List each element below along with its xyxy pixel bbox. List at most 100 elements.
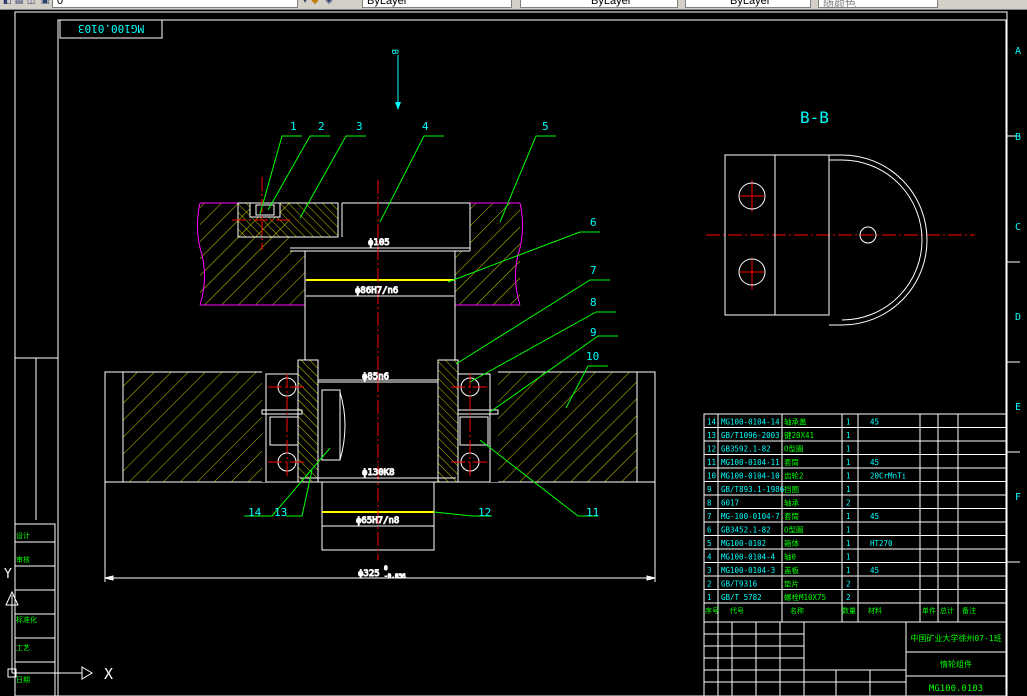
drawing-border: [14, 11, 1020, 696]
parts-cell-no: 7: [707, 512, 712, 521]
parts-cell-no: 10: [707, 472, 717, 481]
parts-cell-qty: 1: [846, 431, 851, 440]
callout-6: 6: [590, 216, 597, 229]
parts-cell-name: 键20X41: [784, 430, 814, 440]
parts-cell-code: MG100-0104-11: [721, 458, 780, 467]
dim-d65: ϕ65H7/n8: [356, 516, 399, 526]
callout-8: 8: [590, 296, 597, 309]
parts-cell-code: MG-100-0104-7: [721, 512, 780, 521]
drawing-number-top: MG100.0103: [78, 22, 144, 35]
parts-cell-name: O型圈: [784, 526, 804, 535]
parts-cell-name: 套筒: [784, 457, 799, 467]
parts-cell-code: GB3592.1-82: [721, 445, 771, 454]
parts-cell-code: MG100-0104-14: [721, 418, 780, 427]
parts-cell-no: 8: [707, 499, 712, 508]
parts-cell-name: 轴承: [784, 498, 799, 508]
callout-11: 11: [586, 506, 599, 519]
parts-cell-qty: 2: [846, 593, 851, 602]
callout-5: 5: [542, 120, 549, 133]
parts-cell-qty: 1: [846, 566, 851, 575]
strip-review: 审核: [16, 555, 30, 564]
parts-cell-qty: 1: [846, 458, 851, 467]
parts-cell-qty: 1: [846, 539, 851, 548]
company-name: 中国矿业大学徐州07-1班: [910, 633, 1001, 643]
assembly-name: 惰轮组件: [940, 659, 972, 669]
parts-cell-code: GB/T893.1-1986: [721, 485, 785, 494]
section-label: B-B: [800, 108, 829, 127]
parts-cell-no: 1: [707, 593, 712, 602]
parts-cell-material: 20CrMnTi: [870, 472, 906, 481]
parts-cell-name: 箱体: [784, 538, 799, 548]
zone-d: D: [1015, 312, 1021, 323]
callout-2: 2: [318, 120, 325, 133]
drawing-canvas[interactable]: A B C D E F MG100.0103 设计 审核 标准化 工艺 日期 B: [0, 0, 1027, 696]
parts-cell-material: HT270: [870, 539, 893, 548]
dim-d325-tol-low: -0.036: [384, 573, 406, 580]
callout-7: 7: [590, 264, 597, 277]
strip-date: 日期: [16, 676, 30, 684]
parts-header-cell: 名称: [790, 606, 804, 615]
parts-cell-code: MG100-0102: [721, 539, 766, 548]
parts-cell-no: 5: [707, 539, 712, 548]
parts-cell-no: 9: [707, 485, 712, 494]
dim-d130: ϕ130K8: [362, 468, 395, 478]
parts-cell-no: 3: [707, 566, 712, 575]
callout-13: 13: [274, 506, 287, 519]
parts-cell-no: 2: [707, 580, 712, 589]
title-block: 中国矿业大学徐州07-1班 惰轮组件 MG100.0103: [703, 621, 1007, 696]
parts-cell-no: 11: [707, 458, 716, 467]
parts-cell-qty: 2: [846, 499, 851, 508]
parts-header-cell: 备注: [962, 606, 976, 615]
parts-cell-material: 45: [870, 566, 879, 575]
parts-cell-material: 45: [870, 418, 879, 427]
section-mark-label: B: [389, 49, 399, 54]
parts-table: 14 MG100-0104-14 轴承盖 1 4513 GB/T1096-2003 键20X…: [703, 413, 1007, 623]
callout-3: 3: [356, 120, 363, 133]
parts-header-cell: 材料: [868, 606, 882, 615]
zone-e: E: [1015, 402, 1021, 413]
dim-d105: ϕ105: [368, 238, 390, 248]
housing-part: [196, 202, 524, 360]
ucs-x-label: X: [104, 665, 113, 683]
parts-cell-code: GB3452.1-82: [721, 526, 771, 535]
parts-header-cell: 总计: [940, 606, 954, 615]
parts-cell-name: 齿轮2: [784, 471, 804, 481]
zone-b: B: [1015, 132, 1021, 143]
parts-cell-code: MG100-0104-3: [721, 566, 775, 575]
callout-1: 1: [290, 120, 297, 133]
parts-cell-code: MG100-0104-10: [721, 472, 780, 481]
parts-header-cell: 代号: [730, 606, 744, 615]
parts-cell-material: 45: [870, 458, 879, 467]
dim-d325-tol-up: 0: [384, 565, 388, 572]
callout-14: 14: [248, 506, 262, 519]
parts-cell-name: 盖板: [784, 565, 799, 575]
strip-standard: 标准化: [16, 615, 37, 624]
parts-cell-code: MG100-0104-4: [721, 553, 776, 562]
parts-cell-qty: 1: [846, 512, 851, 521]
dim-d85: ϕ85n6: [362, 372, 389, 382]
parts-cell-qty: 1: [846, 472, 851, 481]
parts-header-cell: 序号: [705, 606, 719, 615]
parts-cell-code: GB/T 5782: [721, 593, 762, 602]
section-view-bb: B-B: [724, 108, 928, 326]
parts-cell-qty: 1: [846, 485, 851, 494]
callout-9: 9: [590, 326, 597, 339]
parts-cell-name: O型圈: [784, 445, 804, 454]
parts-cell-qty: 1: [846, 418, 851, 427]
parts-cell-no: 12: [707, 445, 716, 454]
left-strip: 设计 审核 标准化 工艺 日期: [14, 523, 56, 696]
parts-header-cell: 数量: [842, 606, 856, 615]
parts-cell-name: 轴0: [784, 552, 796, 562]
ucs-y-label: Y: [4, 567, 12, 582]
parts-cell-no: 14: [707, 418, 717, 427]
callout-10: 10: [586, 350, 599, 363]
drawing-number-box: MG100.0103: [59, 19, 163, 39]
parts-cell-code: 6017: [721, 499, 739, 508]
callout-4: 4: [422, 120, 429, 133]
section-mark: B: [389, 49, 401, 110]
parts-cell-material: 45: [870, 512, 879, 521]
parts-cell-name: 轴承盖: [784, 417, 807, 427]
zone-a: A: [1015, 46, 1021, 57]
dim-d325: ϕ325: [358, 569, 380, 579]
callout-12: 12: [478, 506, 491, 519]
